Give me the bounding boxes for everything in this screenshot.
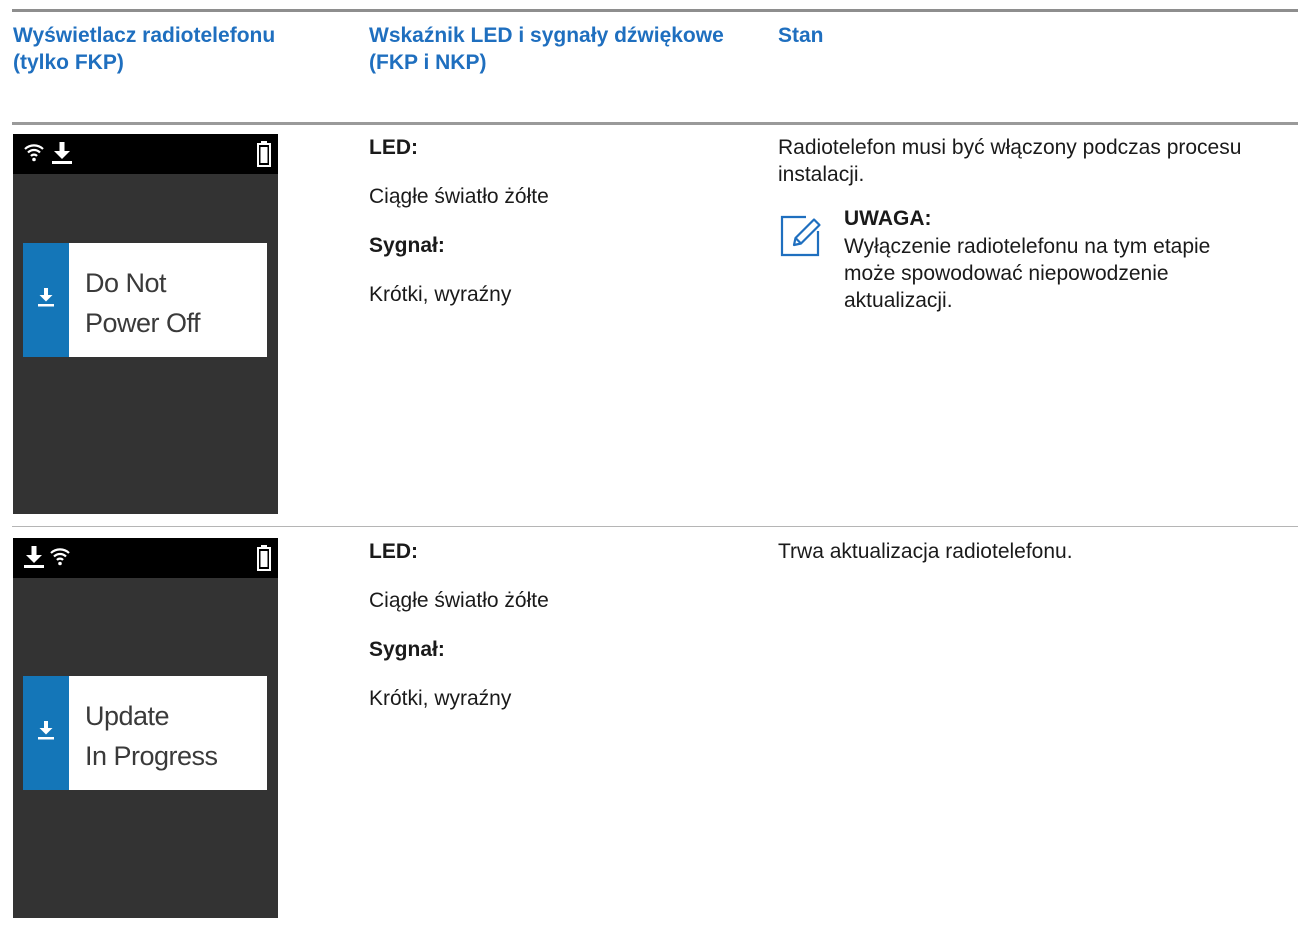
column-header-status: Stan: [778, 24, 824, 47]
column-header-display: Wyświetlacz radiotelefonu (tylko FKP): [13, 24, 276, 74]
note-title: UWAGA:: [844, 207, 932, 230]
status-bar: [13, 538, 278, 578]
message-box: Update In Progress: [23, 676, 267, 790]
signal-label: Sygnał:: [369, 234, 445, 257]
download-icon: [38, 721, 54, 740]
message-accent-bar: [23, 676, 69, 790]
led-label: LED:: [369, 136, 418, 159]
led-label: LED:: [369, 540, 418, 563]
radio-display-image: Do Not Power Off: [13, 134, 278, 514]
table-header-rule: [12, 122, 1298, 125]
message-line: Power Off: [85, 308, 201, 338]
led-cell: LED: Ciągłe światło żółte Sygnał: Krótki…: [369, 538, 549, 712]
led-cell: LED: Ciągłe światło żółte Sygnał: Krótki…: [369, 134, 549, 308]
download-icon: [38, 288, 54, 307]
message-box: Do Not Power Off: [23, 243, 267, 357]
battery-icon: [257, 141, 271, 172]
download-icon: [23, 545, 45, 574]
wifi-icon: [23, 141, 45, 168]
message-text: Update In Progress: [85, 696, 218, 776]
message-line: Do Not: [85, 268, 167, 298]
note-pencil-icon: [778, 213, 824, 264]
radio-display-image: Update In Progress: [13, 538, 278, 918]
note-body: Wyłączenie radiotelefonu na tym etapie m…: [844, 235, 1211, 312]
signal-label: Sygnał:: [369, 638, 445, 661]
led-value: Ciągłe światło żółte: [369, 589, 549, 612]
row-divider: [12, 526, 1298, 527]
led-value: Ciągłe światło żółte: [369, 185, 549, 208]
message-line: Update: [85, 701, 170, 731]
status-bar: [13, 134, 278, 174]
signal-value: Krótki, wyraźny: [369, 283, 512, 306]
table-top-rule: [12, 9, 1298, 12]
signal-value: Krótki, wyraźny: [369, 687, 512, 710]
column-header-led-signals: Wskaźnik LED i sygnały dźwiękowe (FKP i …: [369, 24, 724, 74]
message-accent-bar: [23, 243, 69, 357]
message-text: Do Not Power Off: [85, 263, 201, 343]
wifi-icon: [49, 545, 71, 572]
message-line: In Progress: [85, 741, 218, 771]
status-text: Radiotelefon musi być włączony podczas p…: [778, 136, 1242, 186]
battery-icon: [257, 545, 271, 576]
status-text: Trwa aktualizacja radiotelefonu.: [778, 540, 1073, 563]
download-icon: [51, 141, 73, 170]
